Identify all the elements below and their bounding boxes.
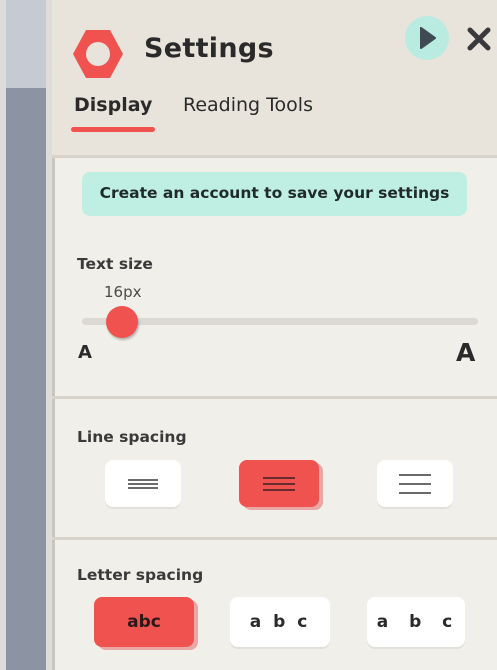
line-spacing-compact-button[interactable]	[105, 460, 181, 507]
section-divider	[52, 396, 497, 399]
letter-spacing-wide-button[interactable]: a b c	[230, 597, 330, 647]
text-size-slider-thumb[interactable]	[105, 306, 138, 338]
wide-lines-icon	[399, 473, 431, 494]
background-gutter-top	[6, 0, 46, 88]
page-title: Settings	[144, 33, 274, 64]
background-gutter	[6, 88, 46, 670]
letter-spacing-widest-button[interactable]: a b c	[367, 597, 465, 647]
banner-text: Create an account to save your settings	[99, 184, 450, 202]
settings-header: Settings Display Reading Tools	[52, 0, 497, 158]
text-size-max-label: A	[456, 338, 476, 367]
close-icon	[467, 27, 491, 51]
letter-spacing-option-label: abc	[127, 612, 161, 632]
line-spacing-wide-button[interactable]	[377, 460, 453, 507]
tab-display[interactable]: Display	[74, 94, 152, 116]
letter-spacing-normal-button[interactable]: abc	[94, 597, 194, 647]
text-size-label: Text size	[77, 255, 153, 273]
hexagon-ring-logo-icon	[70, 26, 126, 82]
text-size-value: 16px	[104, 283, 142, 301]
letter-spacing-option-label: a b c	[249, 612, 311, 632]
compact-lines-icon	[128, 478, 158, 489]
line-spacing-normal-button[interactable]	[239, 460, 319, 507]
background-strip	[0, 0, 52, 670]
play-button[interactable]	[405, 16, 449, 60]
tab-reading-tools[interactable]: Reading Tools	[183, 94, 313, 116]
active-tab-indicator	[71, 127, 155, 132]
text-size-slider-track[interactable]	[82, 318, 478, 325]
letter-spacing-option-label: a b c	[376, 612, 456, 632]
play-icon	[420, 27, 436, 49]
header-divider	[52, 155, 497, 158]
text-size-min-label: A	[78, 342, 92, 363]
letter-spacing-label: Letter spacing	[77, 566, 204, 584]
section-divider	[52, 537, 497, 540]
close-button[interactable]	[466, 26, 492, 52]
normal-lines-icon	[263, 476, 295, 491]
line-spacing-label: Line spacing	[77, 428, 187, 446]
create-account-banner[interactable]: Create an account to save your settings	[82, 172, 467, 216]
settings-panel: Settings Display Reading Tools Create an…	[52, 0, 497, 670]
